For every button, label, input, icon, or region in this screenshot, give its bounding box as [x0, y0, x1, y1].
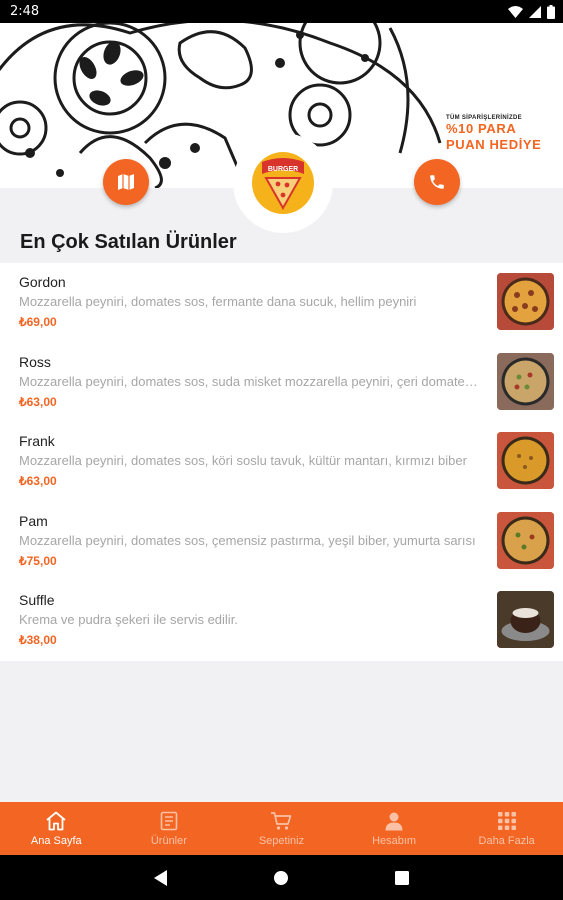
section-title: En Çok Satılan Ürünler	[20, 231, 237, 253]
product-image[interactable]	[497, 273, 554, 330]
product-name: Pam	[19, 512, 48, 529]
nav-label: Ana Sayfa	[30, 835, 82, 847]
product-image[interactable]	[497, 432, 554, 490]
product-price: ₺75,00	[19, 553, 57, 568]
grid-icon	[497, 810, 516, 832]
signal-icon	[529, 5, 541, 18]
product-name: Suffle	[19, 592, 55, 609]
battery-icon	[547, 4, 555, 19]
nav-label: Sepetiniz	[258, 835, 305, 847]
pizza-sketch-illustration	[0, 23, 442, 188]
promo-text: TÜM SİPARİŞLERİNİZDE %10 PARA PUAN HEDİY…	[446, 115, 541, 153]
product-description: Krema ve pudra şekeri ile servis edilir.	[19, 612, 238, 628]
phone-icon	[430, 175, 444, 189]
brand-logo-container: BURGER	[233, 133, 333, 233]
product-image[interactable]	[497, 352, 554, 410]
wifi-icon	[508, 5, 523, 18]
product-description: Mozzarella peyniri, domates sos, çemensi…	[19, 532, 476, 548]
product-image[interactable]	[497, 511, 554, 569]
nav-account[interactable]: Hesabım	[338, 802, 451, 855]
nav-label: Ürünler	[150, 835, 187, 847]
product-price: ₺69,00	[19, 315, 57, 329]
nav-more[interactable]: Daha Fazla	[450, 802, 563, 855]
product-description: Mozzarella peyniri, domates sos, fermant…	[19, 294, 417, 309]
nav-home[interactable]: Ana Sayfa	[0, 802, 113, 855]
product-price: ₺63,00	[19, 394, 57, 409]
product-item-gordon[interactable]: Gordon Mozzarella peyniri, domates sos, …	[0, 263, 563, 343]
menu-list-icon	[160, 810, 178, 832]
home-icon	[45, 810, 67, 832]
nav-label: Daha Fazla	[478, 835, 535, 847]
product-item-frank[interactable]: Frank Mozzarella peyniri, domates sos, k…	[0, 422, 563, 502]
product-price: ₺38,00	[19, 633, 57, 648]
product-name: Frank	[19, 433, 55, 450]
status-bar: 2:48	[0, 0, 563, 23]
product-description: Mozzarella peyniri, domates sos, köri so…	[19, 453, 467, 469]
product-name: Ross	[19, 353, 51, 370]
person-icon	[384, 810, 404, 832]
product-item-suffle[interactable]: Suffle Krema ve pudra şekeri ile servis …	[0, 581, 563, 661]
phone-button[interactable]	[414, 159, 460, 205]
product-description: Mozzarella peyniri, domates sos, suda mi…	[19, 373, 479, 389]
promo-line-1: %10 PARA	[446, 121, 517, 136]
nav-products[interactable]: Ürünler	[113, 802, 226, 855]
product-name: Gordon	[19, 274, 66, 290]
product-image[interactable]	[497, 591, 554, 649]
product-price: ₺63,00	[19, 474, 57, 489]
brand-logo: BURGER	[252, 152, 314, 214]
home-circle-icon[interactable]	[274, 871, 288, 885]
back-icon[interactable]	[154, 870, 168, 886]
bottom-navigation: Ana Sayfa Ürünler Sepetiniz Hesabım Daha…	[0, 802, 563, 855]
map-button[interactable]	[103, 159, 149, 205]
recents-icon[interactable]	[395, 871, 409, 885]
nav-label: Hesabım	[372, 835, 417, 847]
product-item-pam[interactable]: Pam Mozzarella peyniri, domates sos, çem…	[0, 502, 563, 582]
system-navigation-bar	[0, 855, 563, 900]
logo-text: BURGER	[268, 166, 298, 173]
map-icon	[118, 174, 134, 190]
cart-icon	[270, 810, 292, 832]
promo-line-2: PUAN HEDİYE	[446, 137, 542, 152]
status-time: 2:48	[10, 4, 40, 19]
status-icons	[508, 4, 555, 19]
product-list: Gordon Mozzarella peyniri, domates sos, …	[0, 263, 563, 661]
product-item-ross[interactable]: Ross Mozzarella peyniri, domates sos, su…	[0, 343, 563, 423]
nav-cart[interactable]: Sepetiniz	[225, 802, 338, 855]
